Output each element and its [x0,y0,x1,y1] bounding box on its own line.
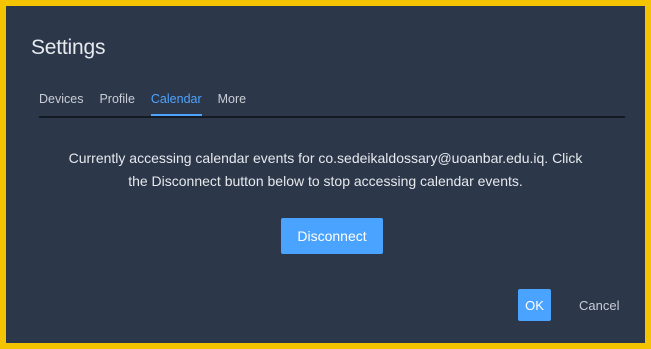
tab-calendar[interactable]: Calendar [150,92,202,116]
message-line-1: Currently accessing calendar events for … [68,150,583,166]
tab-profile[interactable]: Profile [99,92,134,114]
ok-button[interactable]: OK [518,289,551,321]
dialog-title: Settings [31,36,106,59]
message-line-2: the Disconnect button below to stop acce… [128,173,523,189]
tab-divider [39,116,625,118]
tab-more[interactable]: More [218,92,246,114]
calendar-status-message: Currently accessing calendar events for … [26,147,625,193]
disconnect-button[interactable]: Disconnect [281,218,383,254]
tab-devices[interactable]: Devices [39,92,83,114]
settings-dialog: Settings Devices Profile Calendar More C… [6,6,645,343]
settings-tabs: Devices Profile Calendar More [39,92,262,116]
cancel-button[interactable]: Cancel [569,289,629,321]
